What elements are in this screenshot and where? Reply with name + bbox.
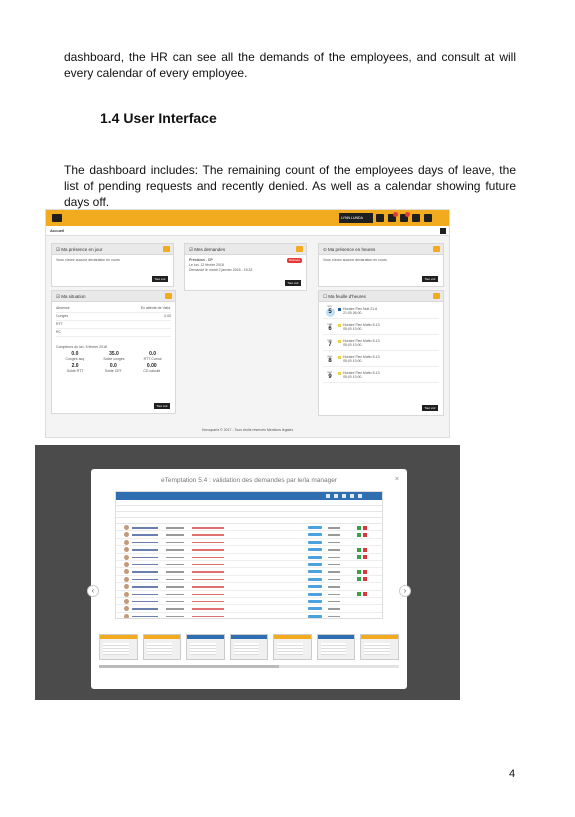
section-heading: 1.4 User Interface [100, 110, 217, 126]
card-title: ⊙ Ma présence en heures [319, 244, 443, 255]
table-row[interactable] [116, 575, 382, 584]
thumbnail-strip [99, 634, 400, 660]
counter: 0.00 CD calculé [143, 363, 161, 374]
table-row[interactable] [116, 612, 382, 618]
card-text: Vous n'avez aucune déclaration en cours [56, 258, 120, 262]
thumbnail[interactable] [142, 634, 182, 660]
table-row[interactable] [116, 597, 382, 606]
card-presence-heures: ⊙ Ma présence en heures Vous n'avez aucu… [318, 243, 444, 287]
situation-row: Absence En attente de Valid. [56, 305, 171, 313]
modal-title: eTemptation 5.4 : validation des demande… [161, 477, 337, 484]
table-rows [116, 524, 382, 618]
calendar-day[interactable]: mer. 7 Horaire Flex Matin 5-13 05:00 13:00 [323, 335, 439, 351]
sub-bar: Accueil [46, 226, 449, 236]
table-row[interactable] [116, 531, 382, 539]
request-item[interactable]: Refusée Précision - CP Le lun. 12 févrie… [185, 255, 306, 276]
table-row[interactable] [116, 590, 382, 598]
card-title: ☑ Ma présence en jour [52, 244, 173, 255]
card-demandes: ☑ Mes demandes Refusée Précision - CP Le… [184, 243, 307, 291]
tout-voir-button[interactable]: Tout voir [422, 276, 438, 282]
thumbnail[interactable] [316, 634, 356, 660]
user-name[interactable]: LYNN LUNDA [339, 213, 373, 223]
card-situation: ☑ Ma situation Absence En attente de Vali… [51, 290, 176, 414]
table-row[interactable] [116, 546, 382, 554]
thumbnail[interactable] [229, 634, 269, 660]
situation-row: RTT [56, 321, 171, 329]
tout-voir-button[interactable]: Tout voir [154, 403, 170, 409]
card-title: ☐ Ma feuille d'heures [319, 291, 443, 302]
table-row[interactable] [116, 524, 382, 532]
calendar-day[interactable]: ven. 9 Horaire Flex Matin 5-13 05:00 13:00 [323, 367, 439, 383]
top-bar: LYNN LUNDA [46, 210, 449, 226]
counter: 0.0 Congés acq [65, 351, 85, 362]
page-number: 4 [509, 768, 516, 780]
counter: 0.0 RTT Cumul [143, 351, 162, 362]
calendar-day[interactable]: jeu. 8 Horaire Flex Matin 5-13 05:00 13:00 [323, 351, 439, 367]
validation-table-preview [115, 491, 383, 619]
card-text: Vous n'avez aucune déclaration en cours [323, 258, 387, 262]
page-label: Accueil [50, 228, 65, 233]
list-icon[interactable] [376, 214, 384, 222]
table-row[interactable] [116, 583, 382, 591]
validation-modal: eTemptation 5.4 : validation des demande… [87, 469, 411, 689]
thumbnail[interactable] [186, 634, 225, 660]
tout-voir-button[interactable]: Tout voir [285, 280, 301, 286]
counters-label: Compteurs du lun. 5 février 2018 [56, 345, 107, 349]
card-presence-jour: ☑ Ma présence en jour Vous n'avez aucune… [51, 243, 174, 287]
thumbnail[interactable] [99, 634, 138, 660]
notification-badge [393, 212, 398, 217]
card-controls[interactable] [163, 246, 170, 252]
tout-voir-button[interactable]: Tout voir [152, 276, 168, 282]
table-row[interactable] [116, 553, 382, 561]
situation-row: Congés 0.00 [56, 313, 171, 321]
counter: 35.0 Solde congés [103, 351, 125, 362]
counters-row: 0.0 Congés acq 35.0 Solde congés 0.0 RTT Cu… [56, 352, 171, 362]
calendar-day[interactable]: lun. 5 Horaire Flex Nuit 21-6 21:00 06:00 [323, 303, 439, 319]
app-header-bar [116, 492, 382, 500]
card-controls[interactable] [433, 246, 440, 252]
search-icon[interactable] [424, 214, 432, 222]
table-row[interactable] [116, 560, 382, 569]
dashboard-footer: Horoquartz © 2017 - Tous droits réservés… [201, 428, 294, 432]
gear-icon[interactable] [440, 228, 446, 234]
notification-badge [405, 212, 410, 217]
card-controls[interactable] [433, 293, 440, 299]
card-controls[interactable] [296, 246, 303, 252]
counter: 2.0 Solde RTT [66, 363, 84, 374]
counters-row: 2.0 Solde RTT 0.0 Solde CET 0.00 CD calculé [56, 364, 171, 374]
validation-screenshot: eTemptation 5.4 : validation des demande… [35, 445, 460, 700]
thumbnail[interactable] [360, 634, 400, 660]
table-row[interactable] [116, 568, 382, 576]
card-controls[interactable] [165, 293, 172, 299]
tout-voir-button[interactable]: Tout voir [422, 405, 438, 411]
table-row[interactable] [116, 538, 382, 547]
next-arrow-icon[interactable]: › [399, 585, 411, 597]
calendar-day[interactable]: mar. 6 Horaire Flex Matin 5-13 05:00 13:00 [323, 319, 439, 335]
table-row[interactable] [116, 605, 382, 613]
prev-arrow-icon[interactable]: ‹ [87, 585, 99, 597]
paragraph-intro: dashboard, the HR can see all the demand… [64, 50, 516, 80]
counter: 0.0 Solde CET [104, 363, 122, 374]
situation-row: RC [56, 329, 171, 337]
status-badge: Refusée [286, 258, 302, 263]
card-title: ☑ Ma situation [52, 291, 175, 302]
card-feuille-heures: ☐ Ma feuille d'heures lun. 5 Horaire Flex… [318, 290, 444, 416]
paragraph-ui-description: The dashboard includes: The remaining co… [64, 163, 516, 209]
dashboard-screenshot: LYNN LUNDA Accueil ☑ Ma présence en jour… [45, 209, 450, 438]
thumbnail[interactable] [273, 634, 312, 660]
menu-icon[interactable] [52, 214, 62, 222]
close-icon[interactable]: × [395, 476, 399, 483]
thumbnail-scrollbar[interactable] [99, 665, 399, 668]
card-title: ☑ Mes demandes [185, 244, 306, 255]
folder-icon[interactable] [412, 214, 420, 222]
